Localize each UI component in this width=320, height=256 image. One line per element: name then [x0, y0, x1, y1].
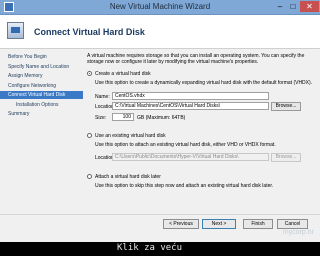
finish-button[interactable]: Finish	[243, 219, 273, 229]
cancel-button[interactable]: Cancel	[277, 219, 308, 229]
attach-later-label: Attach a virtual hard disk later	[95, 174, 161, 180]
name-label: Name:	[95, 94, 110, 100]
wizard-content: A virtual machine requires storage so th…	[87, 49, 317, 212]
browse-existing-button[interactable]: Browse...	[271, 153, 301, 162]
nav-item-configure-networking[interactable]: Configure Networking	[0, 82, 83, 90]
page-title: Connect Virtual Hard Disk	[34, 27, 145, 37]
create-vhd-label: Create a virtual hard disk	[95, 71, 151, 77]
wizard-nav: Before You Begin Specify Name and Locati…	[0, 49, 83, 212]
create-vhd-description: Use this option to create a dynamically …	[95, 80, 313, 86]
wizard-header: Connect Virtual Hard Disk	[0, 15, 320, 49]
vhd-size-input[interactable]: 100	[112, 113, 134, 121]
attach-later-option[interactable]: Attach a virtual hard disk later	[87, 173, 161, 181]
existing-vhd-description: Use this option to attach an existing vi…	[95, 142, 276, 148]
nav-item-before-you-begin[interactable]: Before You Begin	[0, 53, 83, 61]
wizard-window: New Virtual Machine Wizard – □ ✕ Connect…	[0, 0, 320, 242]
next-button[interactable]: Next >	[202, 219, 236, 229]
vhd-name-input[interactable]: CentOS.vhdx	[112, 92, 269, 100]
vhd-location-input[interactable]: C:\Virtual Machines\CentOS\Virtual Hard …	[112, 102, 269, 110]
existing-location-input[interactable]: C:\Users\Public\Documents\Hyper-V\Virtua…	[112, 153, 269, 161]
window-title: New Virtual Machine Wizard	[109, 2, 211, 11]
nav-item-assign-memory[interactable]: Assign Memory	[0, 72, 83, 80]
create-vhd-radio[interactable]	[87, 71, 92, 77]
footer-divider	[0, 214, 320, 215]
size-label: Size:	[95, 115, 107, 121]
previous-button[interactable]: < Previous	[163, 219, 199, 229]
watermark-text: mycorp.hr	[282, 229, 314, 236]
attach-later-radio[interactable]	[87, 174, 92, 180]
caption-bar: mycorp.hr Klik za veću	[0, 229, 320, 256]
maximize-button[interactable]: □	[287, 1, 299, 12]
size-max-note: GB (Maximum: 64TB)	[137, 115, 186, 121]
minimize-button[interactable]: –	[274, 1, 286, 12]
hard-disk-icon	[7, 22, 24, 39]
browse-location-button[interactable]: Browse...	[271, 102, 301, 111]
existing-vhd-option[interactable]: Use an existing virtual hard disk	[87, 132, 166, 140]
enlarge-caption[interactable]: Klik za veću	[117, 243, 182, 253]
existing-vhd-label: Use an existing virtual hard disk	[95, 133, 166, 139]
intro-text: A virtual machine requires storage so th…	[87, 53, 305, 65]
attach-later-description: Use this option to skip this step now an…	[95, 183, 274, 189]
create-vhd-option[interactable]: Create a virtual hard disk	[87, 70, 151, 78]
close-button[interactable]: ✕	[300, 1, 319, 12]
nav-item-installation-options[interactable]: Installation Options	[0, 101, 83, 109]
nav-item-summary[interactable]: Summary	[0, 110, 83, 118]
nav-item-connect-vhd[interactable]: Connect Virtual Hard Disk	[0, 91, 83, 99]
existing-vhd-radio[interactable]	[87, 133, 92, 139]
title-bar: New Virtual Machine Wizard – □ ✕	[0, 0, 320, 15]
nav-item-specify-name[interactable]: Specify Name and Location	[0, 63, 83, 71]
